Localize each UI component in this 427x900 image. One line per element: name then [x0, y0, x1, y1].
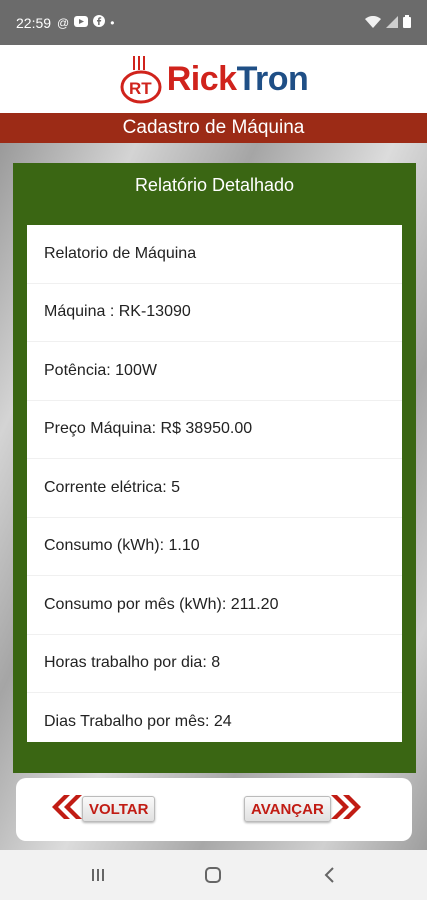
status-right: [365, 14, 411, 31]
page-title-bar: Cadastro de Máquina: [0, 113, 427, 143]
button-bar: VOLTAR AVANÇAR: [16, 778, 412, 841]
report-row-hours-per-day: Horas trabalho por dia: 8: [27, 635, 402, 693]
next-button-body: AVANÇAR: [244, 796, 331, 822]
system-nav-bar: [0, 850, 427, 900]
clock: 22:59: [16, 14, 52, 31]
logo-mark-icon: RT: [119, 54, 163, 104]
report-row-consumption: Consumo (kWh): 1.10: [27, 518, 402, 576]
double-chevron-left-icon: [48, 794, 82, 825]
logo-text: RickTron: [167, 60, 309, 99]
page-title: Cadastro de Máquina: [122, 117, 305, 138]
back-button-label: VOLTAR: [89, 800, 149, 818]
facebook-icon: [93, 15, 106, 30]
back-button-body: VOLTAR: [82, 796, 156, 822]
report-panel: Relatório Detalhado Relatorio de Máquina…: [13, 163, 416, 773]
logo-text-part2: Tron: [236, 59, 309, 98]
status-left: 22:59 @ •: [16, 15, 114, 31]
notification-icons: @ •: [57, 15, 114, 30]
dot-icon: •: [110, 15, 115, 30]
report-row-monthly-consumption: Consumo por mês (kWh): 211.20: [27, 576, 402, 635]
status-bar: 22:59 @ •: [0, 0, 427, 45]
report-title: Relatório Detalhado: [134, 175, 295, 195]
signal-icon: [386, 15, 398, 31]
back-button[interactable]: VOLTAR: [48, 794, 188, 824]
app-header: RT RickTron: [0, 45, 427, 113]
report-list[interactable]: Relatorio de Máquina Máquina : RK-13090 …: [27, 225, 402, 742]
double-chevron-right-icon: [330, 794, 365, 825]
logo-mark-text: RT: [129, 79, 152, 98]
report-row-price: Preço Máquina: R$ 38950.00: [27, 401, 402, 459]
at-icon: @: [57, 15, 70, 30]
logo-text-part1: Rick: [166, 59, 237, 98]
back-icon[interactable]: [309, 855, 349, 895]
next-button-label: AVANÇAR: [251, 800, 324, 818]
report-row-title: Relatorio de Máquina: [27, 225, 402, 284]
report-row-machine: Máquina : RK-13090: [27, 284, 402, 342]
home-icon[interactable]: [193, 855, 233, 895]
report-row-current: Corrente elétrica: 5: [27, 459, 402, 518]
next-button[interactable]: AVANÇAR: [244, 794, 384, 824]
battery-icon: [403, 14, 411, 31]
youtube-icon: [74, 15, 89, 30]
report-row-days-per-month: Dias Trabalho por mês: 24: [27, 693, 402, 742]
wifi-icon: [365, 15, 381, 31]
report-row-power: Potência: 100W: [27, 342, 402, 401]
recent-apps-icon[interactable]: [78, 855, 118, 895]
